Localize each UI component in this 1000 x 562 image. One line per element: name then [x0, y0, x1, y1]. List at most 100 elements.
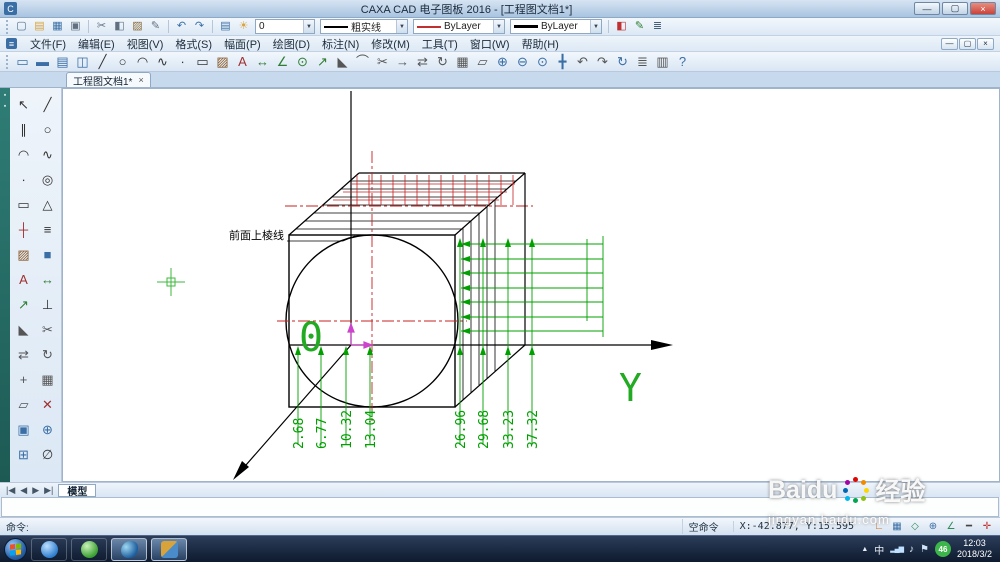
network-icon[interactable]: ▂▄▆	[890, 545, 904, 553]
panel-grip-icon[interactable]: ▪	[4, 103, 6, 110]
circle-icon[interactable]: ○	[113, 53, 132, 71]
arc-icon[interactable]: ◠	[133, 53, 152, 71]
cut-icon[interactable]: ✂	[93, 19, 110, 35]
line-icon[interactable]: ╱	[93, 53, 112, 71]
color-combo[interactable]: ByLayer ▼	[413, 19, 505, 34]
erase-icon[interactable]: ✕	[38, 394, 58, 414]
next-view-icon[interactable]: ↷	[593, 53, 612, 71]
menu-tools[interactable]: 工具(T)	[417, 35, 463, 53]
next-sheet-icon[interactable]: ▶	[32, 485, 39, 496]
menu-dimension[interactable]: 标注(N)	[317, 35, 364, 53]
point-icon[interactable]: ∙	[173, 53, 192, 71]
taskbar-app-caxa[interactable]	[111, 537, 147, 561]
rotate-tool-icon[interactable]: ↻	[38, 344, 58, 364]
layer-combo[interactable]: 0 ▼	[255, 19, 315, 34]
polygon-tool-icon[interactable]: △	[38, 194, 58, 214]
text-icon[interactable]: A	[233, 53, 252, 71]
linewidth-combo[interactable]: ByLayer ▼	[510, 19, 602, 34]
trim-icon[interactable]: ✂	[373, 53, 392, 71]
start-button[interactable]	[4, 537, 27, 561]
circle-tool-icon[interactable]: ○	[38, 119, 58, 139]
trim-tool-icon[interactable]: ✂	[38, 319, 58, 339]
menu-format[interactable]: 格式(S)	[170, 35, 217, 53]
undo-icon[interactable]: ↶	[173, 19, 190, 35]
hatch-icon[interactable]: ▨	[213, 53, 232, 71]
spline-icon[interactable]: ∿	[153, 53, 172, 71]
menu-view[interactable]: 视图(V)	[122, 35, 169, 53]
arc-tool-icon[interactable]: ◠	[14, 144, 34, 164]
match-properties-icon[interactable]: ✎	[631, 19, 648, 35]
close-button[interactable]: ×	[970, 2, 996, 15]
zoom-tool-icon[interactable]: ⊕	[38, 419, 58, 439]
open-icon[interactable]: ▤	[31, 19, 48, 35]
osnap-toggle-icon[interactable]: ⊕	[926, 520, 940, 534]
toolbar-grip[interactable]	[6, 19, 10, 34]
title-block-icon[interactable]: ▬	[33, 53, 52, 71]
redo-icon[interactable]: ↷	[191, 19, 208, 35]
leader-icon[interactable]: ↗	[313, 53, 332, 71]
linetype-combo[interactable]: 粗实线 ▼	[320, 19, 408, 34]
taskbar-clock[interactable]: 12:03 2018/3/2	[957, 538, 996, 561]
dimension-tool-icon[interactable]: ↔	[38, 269, 58, 289]
parallel-line-icon[interactable]: ∥	[14, 119, 34, 139]
options-menu-icon[interactable]: ≣	[649, 19, 666, 35]
zoom-out-icon[interactable]: ⊖	[513, 53, 532, 71]
zoom-all-icon[interactable]: ⊙	[533, 53, 552, 71]
maximize-button[interactable]: ▢	[942, 2, 968, 15]
ellipse-tool-icon[interactable]: ◎	[38, 169, 58, 189]
mirror-icon[interactable]: ⇄	[413, 53, 432, 71]
document-tab[interactable]: 工程图文档1* ×	[66, 72, 151, 88]
prev-view-icon[interactable]: ↶	[573, 53, 592, 71]
fill-icon[interactable]: ■	[38, 244, 58, 264]
command-input[interactable]	[1, 497, 999, 517]
help-icon[interactable]: ?	[673, 53, 692, 71]
color-palette-icon[interactable]: ◧	[613, 19, 630, 35]
array-tool-icon[interactable]: ▦	[38, 369, 58, 389]
antivirus-badge[interactable]: 46	[934, 541, 951, 557]
select-icon[interactable]: ↖	[14, 94, 34, 114]
menu-sheet[interactable]: 幅面(P)	[219, 35, 266, 53]
zoom-in-icon[interactable]: ⊕	[493, 53, 512, 71]
leader-tool-icon[interactable]: ↗	[14, 294, 34, 314]
hatch-tool-icon[interactable]: ▨	[14, 244, 34, 264]
layer-manager-icon[interactable]: ▤	[217, 19, 234, 35]
pan-tool-icon[interactable]: ⊞	[14, 444, 34, 464]
layer-list-icon[interactable]: ≣	[633, 53, 652, 71]
spline-tool-icon[interactable]: ∿	[38, 144, 58, 164]
polar-toggle-icon[interactable]: ∠	[944, 520, 958, 534]
ortho-toggle-icon[interactable]: ∟	[872, 520, 886, 534]
line-tool-icon[interactable]: ╱	[38, 94, 58, 114]
docked-panel-strip[interactable]: ▪ ▪	[0, 88, 10, 482]
last-sheet-icon[interactable]: ▶|	[44, 485, 53, 496]
point-tool-icon[interactable]: ∙	[14, 169, 34, 189]
print-icon[interactable]: ▣	[67, 19, 84, 35]
paste-icon[interactable]: ▨	[129, 19, 146, 35]
fillet-icon[interactable]: ⌒	[353, 53, 372, 71]
drawing-canvas[interactable]: 2.68 6.77 10.32 13.04 26.96 29.68 33.23 …	[62, 88, 1000, 482]
volume-icon[interactable]: ♪	[909, 544, 914, 555]
taskbar-app-security[interactable]	[71, 537, 107, 561]
block-icon[interactable]: ▣	[14, 419, 34, 439]
action-center-icon[interactable]: ⚑	[920, 544, 929, 555]
menu-file[interactable]: 文件(F)	[25, 35, 71, 53]
scale-tool-icon[interactable]: ▱	[14, 394, 34, 414]
doc-close-button[interactable]: ×	[977, 37, 994, 50]
extend-icon[interactable]: →	[393, 53, 412, 71]
measure-icon[interactable]: ∅	[38, 444, 58, 464]
centerline-icon[interactable]: ┼	[14, 219, 34, 239]
linear-dim-icon[interactable]: ↔	[253, 53, 272, 71]
table-icon[interactable]: ▤	[53, 53, 72, 71]
model-tab[interactable]: 模型	[58, 483, 97, 498]
toolbar-grip[interactable]	[6, 54, 10, 69]
tab-close-icon[interactable]: ×	[138, 75, 143, 85]
grid-toggle-icon[interactable]: ▦	[890, 520, 904, 534]
taskbar-app-browser[interactable]	[31, 537, 67, 561]
doc-minimize-button[interactable]: —	[941, 37, 958, 50]
copy-icon[interactable]: ◧	[111, 19, 128, 35]
radial-dim-icon[interactable]: ⊙	[293, 53, 312, 71]
move-tool-icon[interactable]: +	[14, 369, 34, 389]
menu-edit[interactable]: 编辑(E)	[73, 35, 120, 53]
language-indicator[interactable]: 中	[874, 542, 884, 557]
datum-icon[interactable]: ⊥	[38, 294, 58, 314]
save-icon[interactable]: ▦	[49, 19, 66, 35]
